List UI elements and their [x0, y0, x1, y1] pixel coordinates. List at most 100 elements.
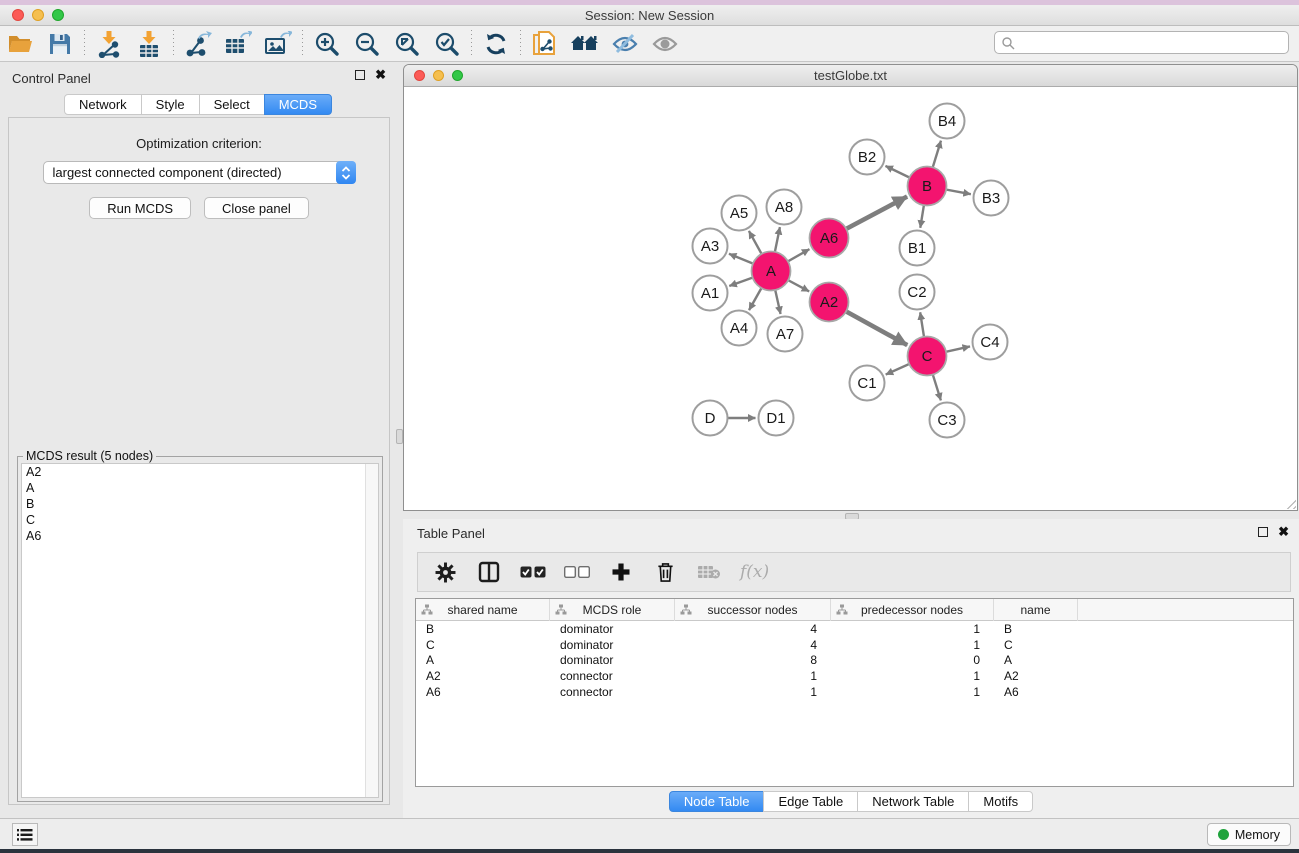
table-row[interactable]: Adominator80A	[416, 653, 1293, 669]
cell: A6	[416, 685, 550, 699]
settings-gear-icon[interactable]	[432, 559, 458, 585]
result-list-item[interactable]: A	[22, 480, 378, 496]
column-header-shared-name[interactable]: shared name	[416, 599, 550, 621]
close-window-button[interactable]	[12, 9, 24, 21]
column-header-MCDS-role[interactable]: MCDS role	[550, 599, 675, 621]
node-table[interactable]: shared name MCDS role successor nodes prede…	[415, 598, 1294, 787]
criterion-dropdown[interactable]: largest connected component (directed)	[43, 161, 356, 184]
toolbar-separator	[173, 30, 174, 58]
network-close-button[interactable]	[414, 70, 425, 81]
node-label-A8: A8	[775, 199, 793, 216]
table-panel-title: Table Panel	[417, 526, 485, 541]
network-window-titlebar[interactable]: testGlobe.txt	[404, 65, 1297, 87]
column-label: successor nodes	[707, 603, 797, 617]
import-network-icon[interactable]	[89, 28, 129, 60]
maximize-window-button[interactable]	[52, 9, 64, 21]
tab-mcds[interactable]: MCDS	[264, 94, 332, 115]
mcds-result-title: MCDS result (5 nodes)	[23, 449, 156, 463]
node-label-C3: C3	[937, 412, 956, 429]
delete-column-icon[interactable]	[652, 559, 678, 585]
tab-motifs[interactable]: Motifs	[968, 791, 1033, 812]
network-minimize-button[interactable]	[433, 70, 444, 81]
table-body: Bdominator41BCdominator41CAdominator80AA…	[416, 621, 1293, 700]
column-label: MCDS role	[583, 603, 642, 617]
cell: A	[994, 653, 1078, 667]
column-header-name[interactable]: name	[994, 599, 1078, 621]
network-maximize-button[interactable]	[452, 70, 463, 81]
cell: 1	[831, 622, 994, 636]
resize-grip-icon[interactable]	[1283, 496, 1296, 509]
table-row[interactable]: Bdominator41B	[416, 621, 1293, 637]
table-row[interactable]: A2connector11A2	[416, 668, 1293, 684]
export-image-icon[interactable]	[258, 28, 298, 60]
float-panel-icon[interactable]	[355, 70, 365, 80]
tab-network-table[interactable]: Network Table	[857, 791, 969, 812]
tab-edge-table[interactable]: Edge Table	[763, 791, 858, 812]
toolbar-separator	[302, 30, 303, 58]
network-window-title: testGlobe.txt	[814, 68, 887, 83]
node-label-B: B	[922, 178, 932, 195]
hierarchy-sort-icon	[421, 604, 433, 619]
add-column-icon[interactable]	[608, 559, 634, 585]
search-input[interactable]	[1015, 34, 1288, 52]
cell: dominator	[550, 622, 675, 636]
cell: B	[994, 622, 1078, 636]
toolbar-separator	[520, 30, 521, 58]
refresh-layout-icon[interactable]	[476, 28, 516, 60]
result-list-item[interactable]: A2	[22, 464, 378, 480]
table-row[interactable]: A6connector11A6	[416, 684, 1293, 700]
cell: 4	[675, 638, 831, 652]
node-label-C2: C2	[907, 284, 926, 301]
search-field[interactable]	[994, 31, 1289, 54]
close-panel-button[interactable]: Close panel	[204, 197, 309, 219]
tab-node-table[interactable]: Node Table	[669, 791, 765, 812]
column-header-successor-nodes[interactable]: successor nodes	[675, 599, 831, 621]
cell: A2	[416, 669, 550, 683]
network-canvas[interactable]: A5A8A3A1A4A7AA6A2BB2B4B3B1C2CC1C4C3DD1	[404, 87, 1297, 510]
node-label-B3: B3	[982, 190, 1000, 207]
mcds-result-list[interactable]: A2ABCA6	[21, 463, 379, 798]
run-mcds-button[interactable]: Run MCDS	[89, 197, 191, 219]
tab-style[interactable]: Style	[141, 94, 200, 115]
result-scrollbar[interactable]	[365, 464, 378, 797]
tab-select[interactable]: Select	[199, 94, 265, 115]
zoom-fit-icon[interactable]	[387, 28, 427, 60]
copy-network-icon[interactable]	[525, 28, 565, 60]
close-panel-icon[interactable]: ✖	[375, 70, 386, 80]
node-label-C4: C4	[980, 334, 999, 351]
float-table-panel-icon[interactable]	[1258, 527, 1268, 537]
export-table-icon[interactable]	[218, 28, 258, 60]
save-session-icon[interactable]	[40, 28, 80, 60]
network-graph[interactable]: A5A8A3A1A4A7AA6A2BB2B4B3B1C2CC1C4C3DD1	[404, 87, 1297, 510]
zoom-in-icon[interactable]	[307, 28, 347, 60]
split-table-icon[interactable]	[476, 559, 502, 585]
close-table-panel-icon[interactable]: ✖	[1278, 527, 1289, 537]
show-graphics-icon[interactable]	[645, 28, 685, 60]
node-label-A3: A3	[701, 238, 719, 255]
open-session-icon[interactable]	[0, 28, 40, 60]
memory-button[interactable]: Memory	[1207, 823, 1291, 846]
zoom-out-icon[interactable]	[347, 28, 387, 60]
result-list-item[interactable]: C	[22, 512, 378, 528]
node-label-A: A	[766, 263, 776, 280]
import-table-icon[interactable]	[129, 28, 169, 60]
task-history-button[interactable]	[12, 823, 38, 846]
select-all-icon[interactable]	[520, 559, 546, 585]
column-header-predecessor-nodes[interactable]: predecessor nodes	[831, 599, 994, 621]
deselect-all-icon[interactable]	[564, 559, 590, 585]
table-row[interactable]: Cdominator41C	[416, 637, 1293, 653]
vertical-splitter-handle[interactable]	[396, 429, 403, 444]
zoom-selected-icon[interactable]	[427, 28, 467, 60]
app-title: Session: New Session	[585, 8, 714, 23]
result-list-item[interactable]: A6	[22, 528, 378, 544]
network-home-icon[interactable]	[565, 28, 605, 60]
minimize-window-button[interactable]	[32, 9, 44, 21]
cell: 0	[831, 653, 994, 667]
node-label-C1: C1	[857, 375, 876, 392]
hide-graphics-icon[interactable]	[605, 28, 645, 60]
cell: dominator	[550, 638, 675, 652]
result-list-item[interactable]: B	[22, 496, 378, 512]
tab-network[interactable]: Network	[64, 94, 142, 115]
export-network-icon[interactable]	[178, 28, 218, 60]
cell: dominator	[550, 653, 675, 667]
